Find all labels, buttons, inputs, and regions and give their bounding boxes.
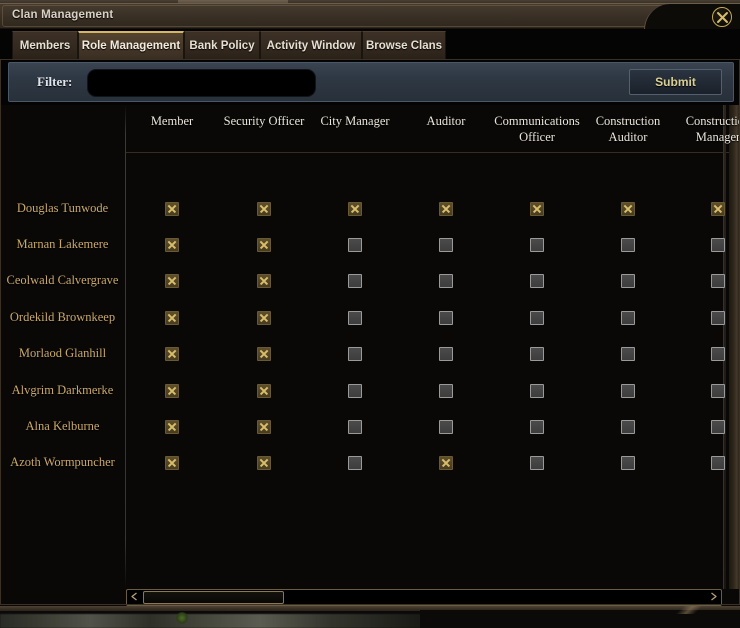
role-checkbox[interactable] [711, 347, 725, 361]
horizontal-scroll-thumb[interactable] [143, 591, 284, 604]
role-checkbox[interactable] [348, 420, 362, 434]
tab-role-management[interactable]: Role Management [78, 31, 184, 59]
role-checkbox[interactable] [257, 384, 271, 398]
chevron-right-icon [709, 591, 718, 604]
role-checkbox[interactable] [530, 456, 544, 470]
panel-right-bevel [729, 105, 740, 589]
column-header-member: Member [150, 114, 194, 128]
role-checkbox[interactable] [621, 238, 635, 252]
role-checkbox[interactable] [530, 238, 544, 252]
role-checkbox[interactable] [348, 202, 362, 216]
role-checkbox[interactable] [257, 238, 271, 252]
role-checkbox[interactable] [530, 274, 544, 288]
member-name: Azoth Wormpuncher [10, 455, 115, 469]
window-title: Clan Management [12, 9, 114, 21]
role-checkbox[interactable] [348, 347, 362, 361]
role-checkbox[interactable] [257, 456, 271, 470]
role-checkbox[interactable] [257, 420, 271, 434]
member-name: Alna Kelburne [25, 419, 100, 433]
tab-bank-policy[interactable]: Bank Policy [184, 31, 260, 59]
role-checkbox[interactable] [165, 202, 179, 216]
role-checkbox[interactable] [165, 311, 179, 325]
role-checkbox[interactable] [439, 238, 453, 252]
role-checkbox[interactable] [439, 456, 453, 470]
close-button[interactable] [712, 7, 732, 27]
role-checkbox[interactable] [621, 202, 635, 216]
role-checkbox[interactable] [439, 202, 453, 216]
role-checkbox[interactable] [621, 384, 635, 398]
role-checkbox[interactable] [711, 420, 725, 434]
role-checkbox[interactable] [711, 311, 725, 325]
role-checkbox[interactable] [530, 311, 544, 325]
member-name: Ordekild Brownkeep [9, 310, 116, 324]
role-checkbox[interactable] [530, 202, 544, 216]
backdrop-foliage [176, 612, 188, 624]
role-checkbox[interactable] [257, 347, 271, 361]
tab-strip: Members Role Management Bank Policy Activit… [0, 29, 740, 59]
role-checkbox[interactable] [530, 420, 544, 434]
column-header-security-officer: Security Officer [223, 114, 305, 128]
scroll-left-button[interactable] [127, 590, 142, 605]
tab-members[interactable]: Members [12, 31, 78, 59]
role-checkbox[interactable] [621, 420, 635, 434]
role-checkbox[interactable] [621, 311, 635, 325]
role-checkbox[interactable] [348, 384, 362, 398]
role-checkbox[interactable] [711, 274, 725, 288]
submit-button[interactable]: Submit [629, 69, 722, 95]
role-checkbox[interactable] [165, 420, 179, 434]
name-column-divider [125, 105, 126, 589]
window-titlebar: Clan Management [0, 3, 740, 30]
scroll-right-button[interactable] [706, 590, 721, 605]
role-checkbox[interactable] [621, 274, 635, 288]
role-checkbox[interactable] [530, 384, 544, 398]
role-checkbox[interactable] [165, 238, 179, 252]
member-name: Ceolwald Calvergrave [6, 273, 119, 287]
tab-browse-clans[interactable]: Browse Clans [362, 31, 446, 59]
panel-body: Filter: Submit Member Security Officer C… [0, 59, 740, 606]
role-checkbox[interactable] [165, 456, 179, 470]
role-table: Member Security Officer City Manager Audito… [0, 105, 740, 606]
role-checkbox[interactable] [439, 311, 453, 325]
role-checkbox[interactable] [348, 274, 362, 288]
filter-bar: Filter: Submit [8, 62, 734, 102]
role-checkbox[interactable] [711, 384, 725, 398]
role-checkbox[interactable] [165, 384, 179, 398]
member-name: Douglas Tunwode [16, 201, 109, 215]
horizontal-scrollbar[interactable] [126, 589, 722, 606]
column-header-communications-officer: Communications Officer [494, 114, 580, 144]
column-header-auditor: Auditor [426, 114, 466, 128]
role-checkbox[interactable] [439, 274, 453, 288]
tab-activity-window[interactable]: Activity Window [260, 31, 362, 59]
member-name: Marnan Lakemere [16, 237, 109, 251]
role-checkbox[interactable] [439, 347, 453, 361]
role-checkbox[interactable] [165, 274, 179, 288]
role-checkbox[interactable] [621, 456, 635, 470]
role-checkbox[interactable] [439, 384, 453, 398]
role-checkbox[interactable] [621, 347, 635, 361]
chevron-left-icon [130, 591, 139, 604]
role-checkbox[interactable] [348, 238, 362, 252]
role-checkbox[interactable] [348, 456, 362, 470]
member-name: Morlaod Glanhill [18, 346, 107, 360]
column-header-construction-auditor: Construction Auditor [595, 114, 661, 144]
header-underline [126, 152, 732, 153]
role-checkbox[interactable] [711, 202, 725, 216]
clan-management-window: Clan Management Members Role Management Ba… [0, 3, 740, 606]
role-checkbox[interactable] [439, 420, 453, 434]
column-header-city-manager: City Manager [320, 114, 390, 128]
role-checkbox[interactable] [257, 202, 271, 216]
role-checkbox[interactable] [711, 456, 725, 470]
filter-input[interactable] [87, 69, 316, 97]
role-checkbox[interactable] [348, 311, 362, 325]
role-checkbox[interactable] [530, 347, 544, 361]
role-checkbox[interactable] [165, 347, 179, 361]
role-checkbox[interactable] [711, 238, 725, 252]
filter-label: Filter: [37, 74, 73, 89]
role-checkbox[interactable] [257, 274, 271, 288]
role-checkbox[interactable] [257, 311, 271, 325]
member-name: Alvgrim Darkmerke [11, 383, 114, 397]
